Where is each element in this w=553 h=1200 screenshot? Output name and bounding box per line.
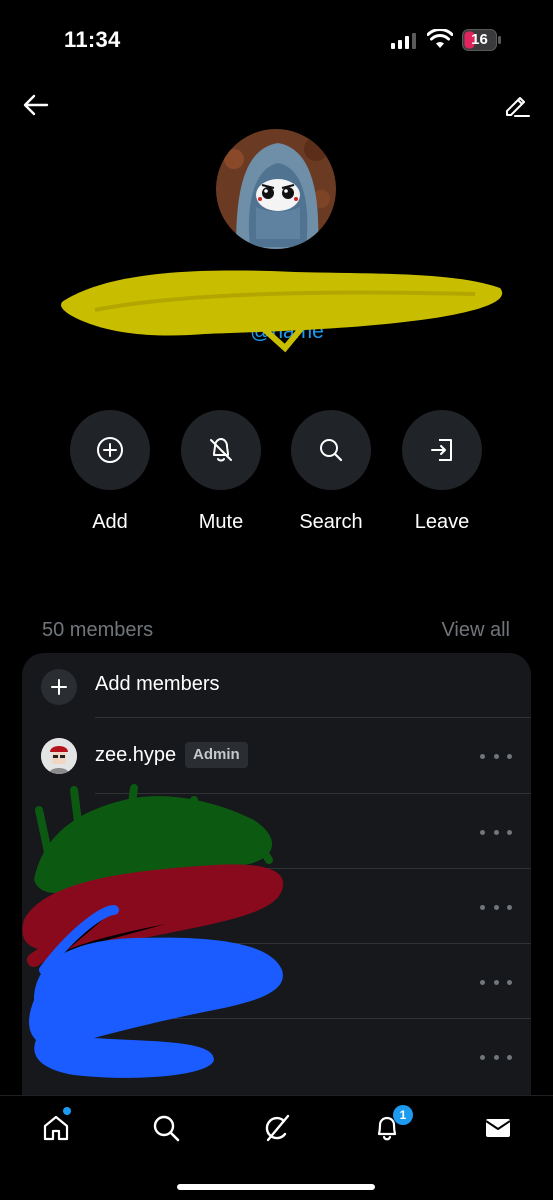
grok-icon (265, 1114, 290, 1142)
action-leave[interactable]: Leave (382, 410, 502, 534)
member-more-button[interactable] (480, 820, 512, 844)
plus-circle-icon (97, 437, 123, 463)
home-indicator (177, 1184, 375, 1190)
add-action-button[interactable] (70, 410, 150, 490)
action-mute[interactable]: Mute (161, 410, 281, 534)
pencil-icon (506, 97, 530, 117)
member-more-button[interactable] (480, 895, 512, 919)
arrow-left-icon (23, 94, 49, 116)
edit-button[interactable] (497, 85, 537, 125)
view-all-link[interactable]: View all (441, 619, 510, 642)
leave-action-label: Leave (414, 511, 470, 533)
status-time: 11:34 (64, 27, 121, 52)
ellipsis-dot (493, 753, 499, 759)
leave-action-button[interactable] (402, 410, 482, 490)
add-members-label: Add members (95, 673, 220, 695)
plus-icon (51, 679, 67, 695)
add-action-label: Add (92, 511, 128, 533)
tab-grok[interactable] (255, 1108, 299, 1148)
ellipsis-dot (480, 753, 485, 759)
ellipsis-dot (493, 1054, 499, 1060)
member-avatar-image (41, 738, 77, 774)
ellipsis-dot (480, 979, 485, 985)
status-bar: 11:34 16 (0, 0, 553, 80)
redaction-scribble-group-name (61, 270, 503, 353)
admin-badge: Admin (185, 742, 248, 768)
search-icon (153, 1115, 180, 1142)
ellipsis-dot (507, 829, 512, 835)
ellipsis-dot (493, 979, 499, 985)
redaction-scribble-members (22, 784, 284, 1078)
member-more-button[interactable] (480, 744, 512, 768)
ellipsis-dot (507, 753, 512, 759)
member-more-button[interactable] (480, 1045, 512, 1069)
group-avatar-image (216, 129, 336, 249)
battery-level: 16 (471, 31, 488, 48)
bell-slash-icon (210, 438, 232, 462)
member-more-button[interactable] (480, 970, 512, 994)
member-name: zee.hype (95, 744, 177, 766)
group-avatar[interactable] (216, 129, 336, 249)
add-members-icon-circle (41, 669, 77, 705)
member-avatar (41, 738, 77, 774)
home-icon (43, 1115, 69, 1141)
signal-icon (391, 33, 416, 49)
back-button[interactable] (16, 85, 56, 125)
exit-door-icon (431, 439, 452, 461)
notifications-badge: 1 (393, 1105, 413, 1125)
wifi-icon (427, 29, 453, 48)
search-action-label: Search (299, 511, 363, 533)
home-unread-dot (63, 1107, 71, 1115)
ellipsis-dot (480, 1054, 485, 1060)
action-search[interactable]: Search (271, 410, 391, 534)
magnifier-icon (320, 439, 343, 462)
tab-home[interactable] (34, 1108, 78, 1148)
ellipsis-dot (507, 904, 512, 910)
tab-search[interactable] (144, 1108, 188, 1148)
mail-icon (485, 1119, 511, 1137)
ellipsis-dot (507, 979, 512, 985)
search-action-button[interactable] (291, 410, 371, 490)
ellipsis-dot (493, 904, 499, 910)
ellipsis-dot (507, 1054, 512, 1060)
mute-action-button[interactable] (181, 410, 261, 490)
tab-messages[interactable] (476, 1108, 520, 1148)
ellipsis-dot (480, 829, 485, 835)
ellipsis-dot (493, 829, 499, 835)
mute-action-label: Mute (198, 511, 244, 533)
members-count: 50 members (42, 619, 154, 641)
ellipsis-dot (480, 904, 485, 910)
action-add[interactable]: Add (50, 410, 170, 534)
add-members-row[interactable]: Add members (22, 653, 531, 717)
